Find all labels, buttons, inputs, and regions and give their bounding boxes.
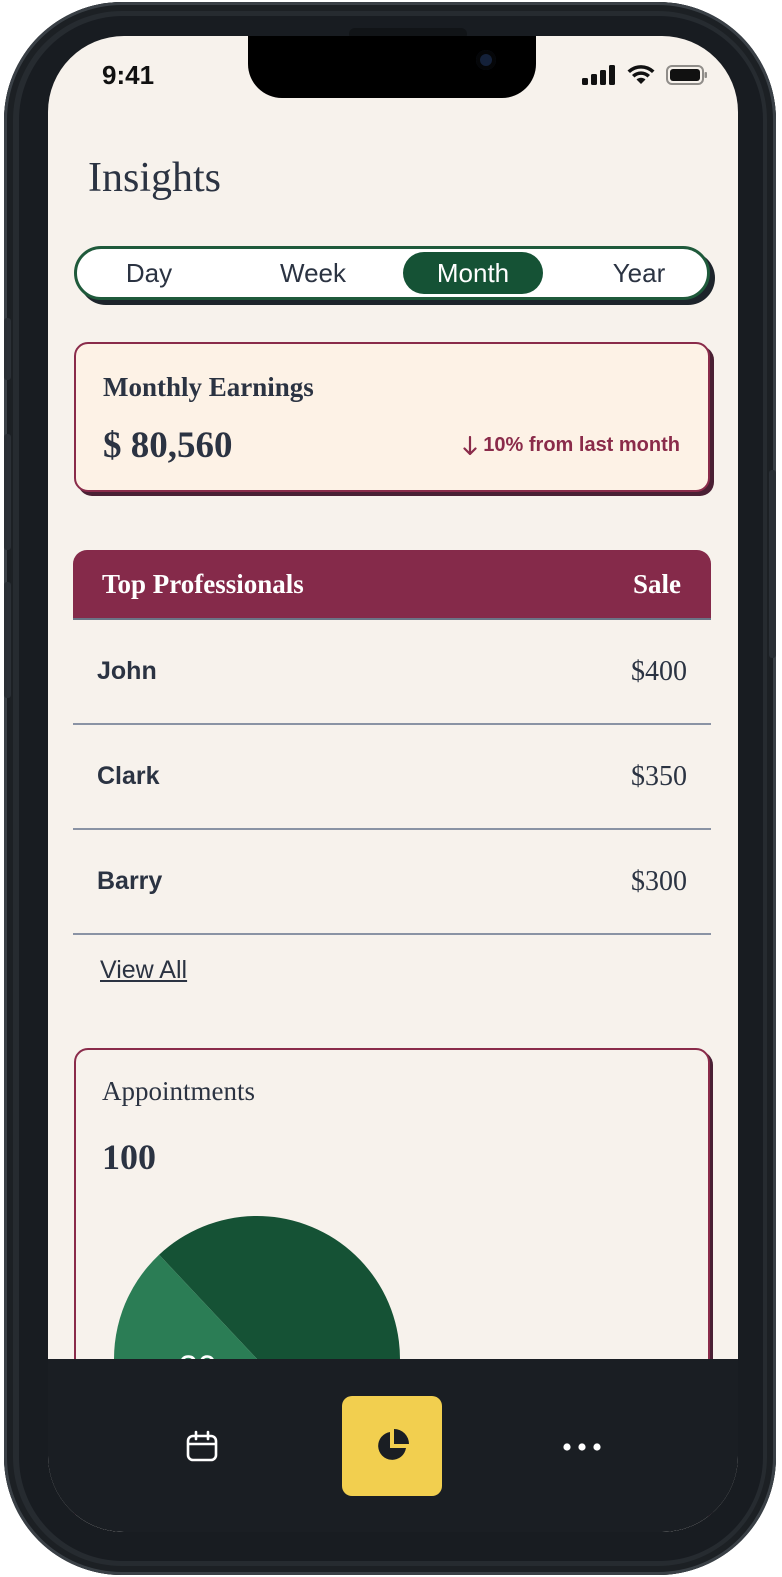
professional-name: Clark: [97, 762, 160, 790]
view-all-link[interactable]: View All: [100, 956, 187, 985]
professional-sale: $300: [631, 865, 687, 897]
wifi-icon: [627, 65, 655, 84]
signal-icon: [582, 65, 615, 85]
tab-month[interactable]: Month: [403, 252, 543, 294]
professional-sale: $400: [631, 655, 687, 687]
table-header-sale: Sale: [632, 568, 681, 599]
volume-up-button: [4, 434, 11, 550]
earnings-change: 10% from last month: [463, 434, 680, 457]
more-icon: [563, 1443, 601, 1451]
earnings-change-text: 10% from last month: [483, 434, 680, 456]
status-icons: [582, 64, 708, 86]
mute-switch: [4, 318, 11, 380]
monthly-earnings-card: Monthly Earnings $ 80,560 10% from last …: [74, 342, 710, 492]
bottom-nav: [48, 1359, 738, 1532]
notch: [248, 36, 536, 98]
pie-chart-icon: [378, 1429, 409, 1460]
app-screen: 9:41 Insights Day Week Month Year Monthl…: [48, 36, 738, 1532]
page-title: Insights: [88, 155, 222, 201]
appointments-label: Appointments: [102, 1076, 255, 1106]
earnings-label: Monthly Earnings: [103, 372, 314, 402]
status-time: 9:41: [102, 60, 155, 90]
arrow-down-icon: [463, 435, 477, 455]
top-professionals-table: Top Professionals Sale John $400 Clark $…: [73, 550, 711, 935]
tab-day[interactable]: Day: [99, 252, 199, 294]
table-header-title: Top Professionals: [102, 568, 304, 599]
volume-down-button: [4, 582, 11, 698]
table-row[interactable]: Clark $350: [73, 725, 711, 830]
battery-icon: [666, 65, 707, 85]
calendar-icon: [186, 1430, 218, 1462]
table-header: Top Professionals Sale: [73, 550, 711, 620]
tab-year[interactable]: Year: [589, 252, 689, 294]
professional-sale: $350: [631, 760, 687, 792]
power-button: [769, 470, 776, 658]
tab-week[interactable]: Week: [253, 252, 373, 294]
professional-name: John: [97, 657, 157, 685]
table-row[interactable]: Barry $300: [73, 830, 711, 935]
nav-more[interactable]: [554, 1423, 610, 1471]
period-selector: Day Week Month Year: [74, 246, 710, 300]
nav-insights[interactable]: [342, 1396, 442, 1496]
table-row[interactable]: John $400: [73, 620, 711, 725]
camera-icon: [476, 50, 496, 70]
nav-calendar[interactable]: [174, 1423, 230, 1471]
professional-name: Barry: [97, 867, 163, 895]
earnings-value: $ 80,560: [103, 425, 233, 466]
appointments-total: 100: [102, 1137, 156, 1177]
